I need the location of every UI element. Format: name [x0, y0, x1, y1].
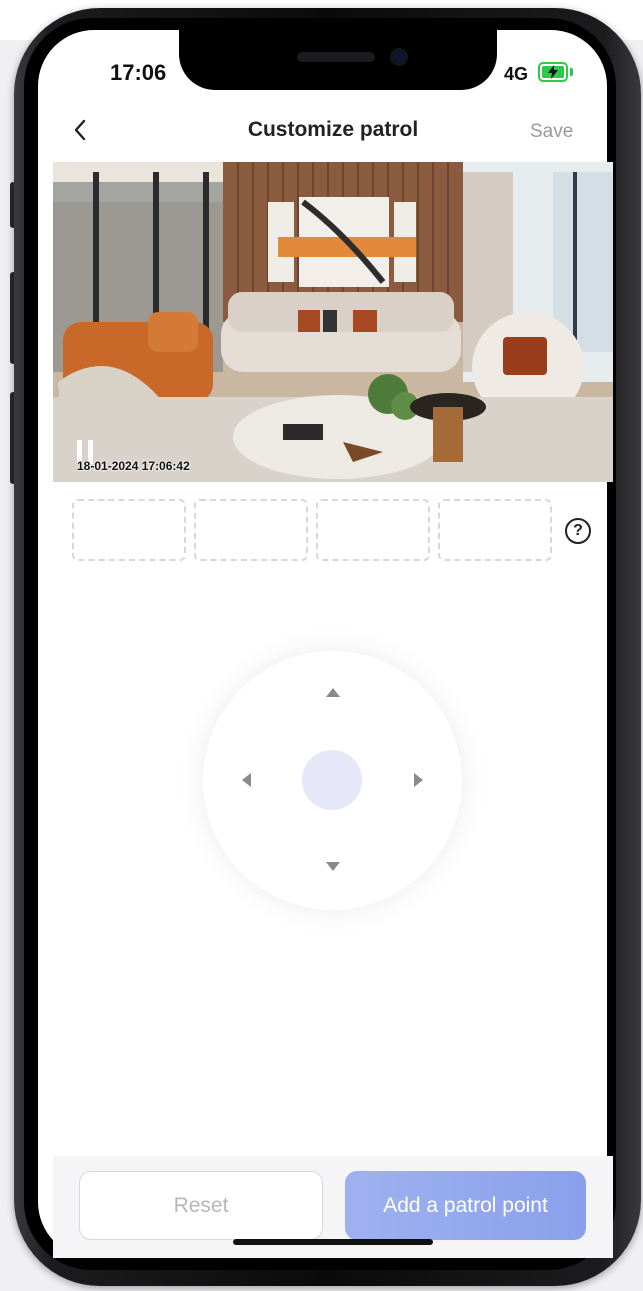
status-time: 17:06 [110, 60, 167, 85]
joystick-center[interactable] [302, 750, 362, 810]
save-button[interactable]: Save [530, 121, 573, 143]
front-camera [390, 48, 408, 66]
patrol-point-slot[interactable] [72, 499, 186, 561]
battery-nub [570, 68, 573, 76]
home-indicator[interactable] [233, 1239, 433, 1245]
network-indicator: 4G [504, 64, 529, 84]
add-patrol-point-button[interactable]: Add a patrol point [345, 1171, 586, 1240]
arrow-down-icon[interactable] [326, 862, 340, 871]
video-timestamp: 18-01-2024 17:06:42 [77, 459, 190, 473]
arrow-up-icon[interactable] [326, 688, 340, 697]
back-button[interactable] [66, 116, 94, 144]
reset-button[interactable]: Reset [79, 1171, 323, 1240]
notch [179, 30, 497, 90]
arrow-right-icon[interactable] [414, 773, 423, 787]
patrol-point-slot[interactable] [438, 499, 552, 561]
page-title: Customize patrol [247, 118, 419, 141]
living-room-image [53, 162, 613, 482]
speaker-grille [297, 52, 375, 62]
patrol-point-slot[interactable] [316, 499, 430, 561]
battery-charging-icon [538, 62, 568, 82]
patrol-point-slot[interactable] [194, 499, 308, 561]
chevron-left-icon [74, 119, 86, 141]
question-circle-icon[interactable]: ? [565, 518, 591, 544]
arrow-left-icon[interactable] [242, 773, 251, 787]
camera-live-view[interactable] [53, 162, 613, 482]
